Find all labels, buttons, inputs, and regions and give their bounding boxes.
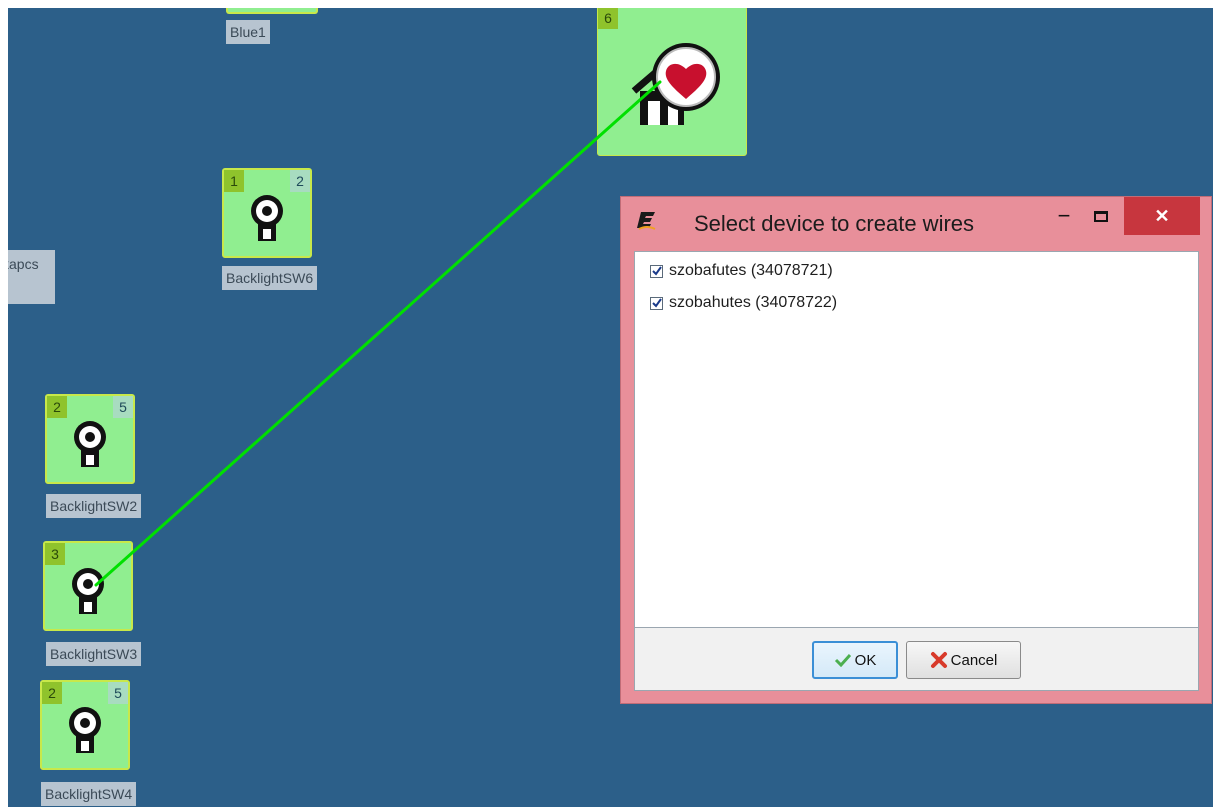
device-badge-left: 6 [598, 8, 618, 29]
device-badge-right: 5 [108, 682, 128, 704]
device-item-label: szobafutes (34078721) [669, 262, 833, 279]
device-label-backlightsw3: BacklightSW3 [46, 642, 142, 666]
device-checkbox[interactable] [650, 264, 663, 278]
smart-home-heart-icon [631, 43, 720, 125]
close-icon: ✕ [1154, 205, 1170, 226]
device-label-kapcs: kapcs [8, 250, 55, 304]
checkmark-icon [651, 266, 662, 276]
device-backlightsw2[interactable]: 2 5 [45, 394, 135, 484]
device-backlightsw3[interactable]: 3 [43, 541, 133, 631]
device-backlightsw6[interactable]: 1 2 [222, 168, 312, 258]
backlight-switch-icon [72, 568, 104, 614]
cancel-x-icon [930, 651, 948, 669]
checkmark-icon [651, 298, 662, 308]
device-hub[interactable]: 6 [597, 8, 747, 156]
cancel-button[interactable]: Cancel [906, 641, 1021, 679]
device-checklist[interactable]: szobafutes (34078721) szobahutes (340787… [634, 251, 1199, 628]
select-device-dialog[interactable]: Select device to create wires − ✕ szobaf… [620, 196, 1212, 704]
list-item[interactable]: szobafutes (34078721) [650, 260, 833, 282]
device-blue1-partial[interactable] [226, 8, 318, 14]
backlight-switch-icon [74, 421, 106, 467]
device-item-label: szobahutes (34078722) [669, 294, 838, 311]
device-badge-right: 5 [113, 396, 133, 418]
minimize-button[interactable]: − [1046, 197, 1082, 235]
device-badge-left: 3 [45, 543, 65, 565]
dialog-title-bar[interactable]: Select device to create wires − ✕ [621, 197, 1211, 251]
device-label-backlightsw6: BacklightSW6 [222, 266, 318, 290]
list-item[interactable]: szobahutes (34078722) [650, 292, 837, 314]
dialog-title: Select device to create wires [694, 211, 975, 236]
backlight-switch-icon [69, 707, 101, 753]
backlight-switch-icon [251, 195, 283, 241]
maximize-icon [1094, 210, 1108, 222]
dialog-button-bar: OK Cancel [634, 628, 1199, 691]
device-label-backlightsw2: BacklightSW2 [46, 494, 142, 518]
device-badge-left: 2 [42, 682, 62, 704]
device-badge-left: 2 [47, 396, 67, 418]
maximize-button[interactable] [1083, 197, 1119, 235]
device-label-blue1: Blue1 [226, 20, 270, 44]
ok-button[interactable]: OK [812, 641, 898, 679]
app-logo-icon [637, 212, 656, 230]
minimize-icon: − [1057, 203, 1071, 228]
close-button[interactable]: ✕ [1124, 197, 1200, 235]
ok-label: OK [854, 651, 877, 669]
device-checkbox[interactable] [650, 296, 663, 310]
device-backlightsw4[interactable]: 2 5 [40, 680, 130, 770]
checkmark-icon [834, 653, 852, 667]
device-badge-left: 1 [224, 170, 244, 192]
cancel-label: Cancel [950, 651, 998, 669]
device-label-backlightsw4: BacklightSW4 [41, 782, 137, 806]
device-badge-right: 2 [290, 170, 310, 192]
